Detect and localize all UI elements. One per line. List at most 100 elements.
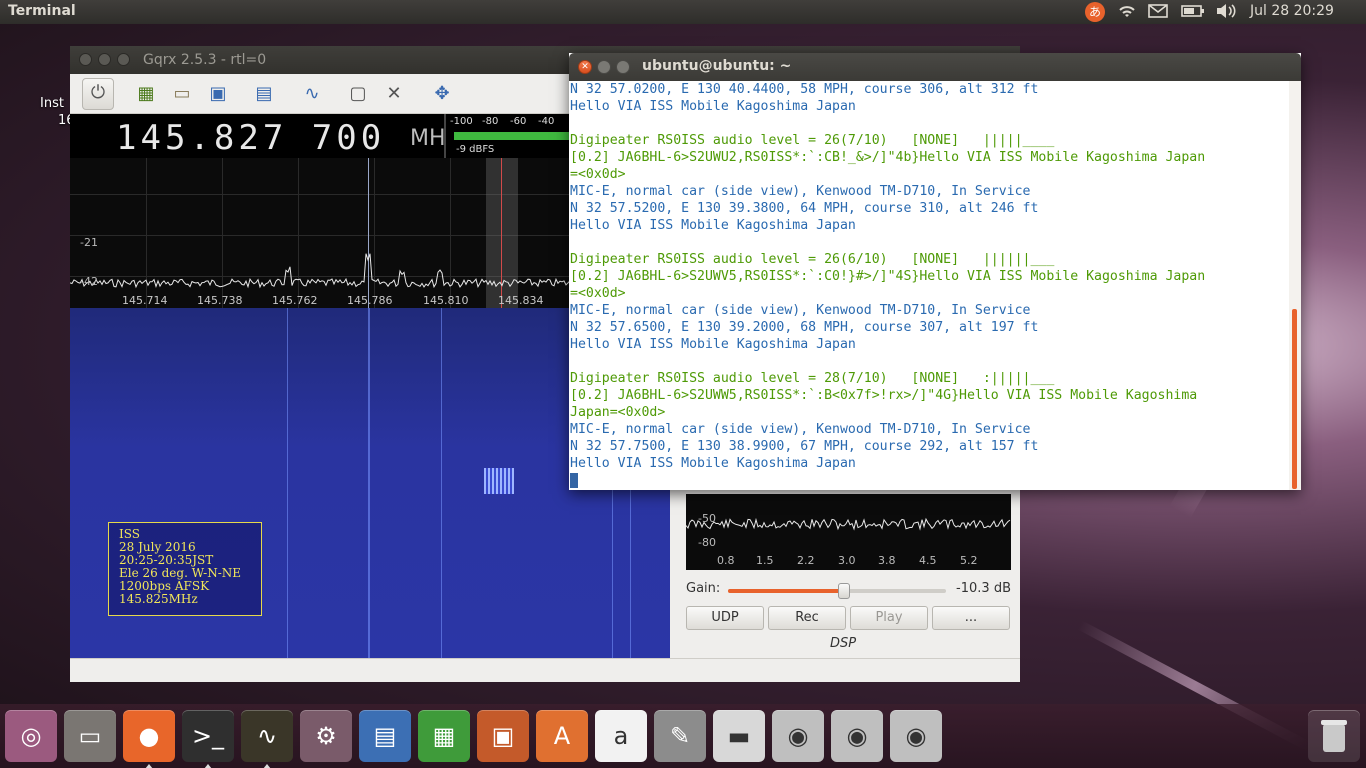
terminal-icon[interactable]: >_: [182, 710, 234, 762]
terminal-line: [0.2] JA6BHL-6>S2UWW5,RS0ISS*:`:B<0x7f>!…: [570, 388, 1198, 403]
dsp-tab-label[interactable]: DSP: [830, 636, 856, 651]
terminal-line: Hello VIA ISS Mobile Kagoshima Japan: [570, 337, 856, 352]
terminal-line: MIC-E, normal car (side view), Kenwood T…: [570, 184, 1031, 199]
terminal-scrollbar[interactable]: [1289, 81, 1301, 490]
open-folder-icon[interactable]: ▭: [168, 80, 196, 108]
volume-icon[interactable]: [1215, 3, 1237, 23]
udp-button[interactable]: UDP: [686, 606, 764, 630]
frequency-value[interactable]: 145.827 700: [116, 118, 385, 158]
audio-db-label: -50: [698, 512, 716, 525]
gqrx-maximize-button[interactable]: [117, 53, 130, 66]
drive-icon[interactable]: ▬: [713, 710, 765, 762]
running-indicator: [263, 764, 271, 768]
info-line: 145.825MHz: [119, 592, 198, 606]
waterfall-signal-line: [441, 308, 442, 658]
tools-icon[interactable]: ✕: [380, 80, 408, 108]
audio-freq-label: 5.2: [960, 554, 978, 567]
power-icon[interactable]: ⏻: [82, 78, 114, 110]
terminal-line: =<0x0d>: [570, 286, 626, 301]
audio-freq-label: 3.0: [838, 554, 856, 567]
terminal-line: N 32 57.0200, E 130 40.4400, 58 MPH, cou…: [570, 82, 1039, 97]
spectrum-trace: [70, 253, 570, 289]
terminal-minimize-button[interactable]: [597, 60, 611, 74]
audio-freq-label: 1.5: [756, 554, 774, 567]
audio-freq-label: 2.2: [797, 554, 815, 567]
waterfall-signal-line: [287, 308, 288, 658]
calc-icon[interactable]: ▦: [418, 710, 470, 762]
save-icon[interactable]: ▣: [204, 80, 232, 108]
disk-icon[interactable]: ◉: [890, 710, 942, 762]
gain-slider-handle[interactable]: [837, 583, 850, 599]
gain-slider[interactable]: [728, 583, 946, 599]
audio-freq-label: 4.5: [919, 554, 937, 567]
gqrx-status-bar: [70, 658, 1020, 682]
writer-icon[interactable]: ▤: [359, 710, 411, 762]
active-app-title: Terminal: [8, 3, 76, 19]
terminal-line: MIC-E, normal car (side view), Kenwood T…: [570, 422, 1031, 437]
amazon-icon[interactable]: a: [595, 710, 647, 762]
terminal-close-button[interactable]: ✕: [578, 60, 592, 74]
system-settings-icon[interactable]: ✎: [654, 710, 706, 762]
terminal-cursor-line: [570, 472, 1289, 489]
launcher-dock: ◎ ▭ ● >_ ∿ ⚙ ▤ ▦ ▣ Aa ✎ ▬ ◉ ◉ ◉: [0, 704, 1366, 768]
spectrum-freq-label: 145.714: [122, 294, 168, 307]
smeter-bar: [454, 132, 574, 140]
rec-button[interactable]: Rec: [768, 606, 846, 630]
waveform-icon[interactable]: ∿: [298, 80, 326, 108]
waterfall-signal-line: [368, 308, 370, 658]
terminal-line: Hello VIA ISS Mobile Kagoshima Japan: [570, 456, 856, 471]
terminal-maximize-button[interactable]: [616, 60, 630, 74]
terminal-window: ✕ ubuntu@ubuntu: ~ N 32 57.0200, E 130 4…: [569, 53, 1301, 490]
audio-spectrum: -50 -80 0.8 1.5 2.2 3.0 3.8 4.5 5.2: [686, 494, 1011, 570]
spectrum-freq-label: 145.786: [347, 294, 393, 307]
signal-meter: -100 -80 -60 -40 -9 dBFS: [444, 114, 574, 158]
ubuntu-logo-icon[interactable]: ◎: [5, 710, 57, 762]
bookmark-icon[interactable]: ▤: [250, 80, 278, 108]
audio-db-label: -80: [698, 536, 716, 549]
audio-freq-label: 0.8: [717, 554, 735, 567]
software-center-icon[interactable]: A: [536, 710, 588, 762]
iss-info-box: ISS 28 July 2016 20:25-20:35JST Ele 26 d…: [108, 522, 262, 616]
spectrum-db-label: -42: [80, 275, 98, 288]
audio-panel: -50 -80 0.8 1.5 2.2 3.0 3.8 4.5 5.2 Gain…: [670, 486, 1020, 658]
spectrum-plot[interactable]: -21 -42 145.714 145.738 145.762 145.786 …: [70, 158, 570, 308]
disk-icon[interactable]: ◉: [772, 710, 824, 762]
running-indicator: [204, 764, 212, 768]
gain-slider-fill: [728, 589, 844, 593]
battery-icon[interactable]: [1181, 3, 1205, 23]
play-button[interactable]: Play: [850, 606, 928, 630]
gqrx-icon[interactable]: ∿: [241, 710, 293, 762]
audio-options-button[interactable]: ...: [932, 606, 1010, 630]
terminal-scrollbar-thumb[interactable]: [1292, 309, 1297, 489]
gain-control: Gain: -10.3 dB: [686, 580, 1011, 600]
smeter-tick: -60: [510, 116, 527, 127]
gqrx-close-button[interactable]: [79, 53, 92, 66]
disk-icon[interactable]: ◉: [831, 710, 883, 762]
wifi-icon[interactable]: [1117, 3, 1137, 23]
audio-buttons: UDP Rec Play ...: [686, 606, 1011, 630]
spectrum-freq-label: 145.738: [197, 294, 243, 307]
desktop-icon-label[interactable]: Inst: [40, 96, 64, 111]
terminal-line: Digipeater RS0ISS audio level = 26(7/10)…: [570, 133, 1055, 148]
terminal-output[interactable]: N 32 57.0200, E 130 40.4400, 58 MPH, cou…: [569, 81, 1289, 490]
gqrx-minimize-button[interactable]: [98, 53, 111, 66]
impress-icon[interactable]: ▣: [477, 710, 529, 762]
clock[interactable]: Jul 28 20:29: [1250, 3, 1334, 19]
fullscreen-arrows-icon[interactable]: ✥: [428, 80, 456, 108]
trash-icon[interactable]: [1308, 710, 1360, 762]
terminal-line: [0.2] JA6BHL-6>S2UWV5,RS0ISS*:`:C0!}#>/]…: [570, 269, 1206, 284]
terminal-cursor: [570, 472, 578, 488]
device-icon[interactable]: ▦: [132, 80, 160, 108]
firefox-icon[interactable]: ●: [123, 710, 175, 762]
terminal-line: MIC-E, normal car (side view), Kenwood T…: [570, 303, 1031, 318]
files-icon[interactable]: ▭: [64, 710, 116, 762]
mail-icon[interactable]: [1148, 3, 1168, 23]
terminal-line: N 32 57.7500, E 130 38.9900, 67 MPH, cou…: [570, 439, 1039, 454]
input-method-icon[interactable]: あ: [1085, 2, 1105, 22]
network-icon[interactable]: ▢: [344, 80, 372, 108]
terminal-titlebar[interactable]: ✕ ubuntu@ubuntu: ~: [569, 53, 1301, 81]
gnuradio-icon[interactable]: ⚙: [300, 710, 352, 762]
gain-label: Gain:: [686, 581, 721, 596]
